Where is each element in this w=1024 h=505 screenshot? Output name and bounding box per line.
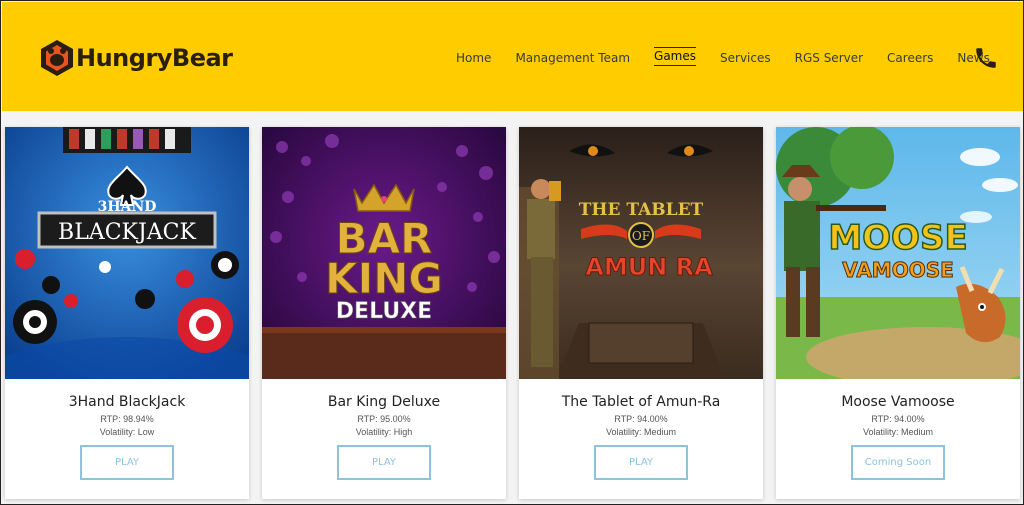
- game-volatility: Volatility: Low: [99, 427, 155, 437]
- nav-careers[interactable]: Careers: [887, 51, 933, 65]
- game-thumbnail[interactable]: 3HAND BLACKJACK: [5, 127, 249, 379]
- play-button[interactable]: PLAY: [80, 445, 174, 480]
- game-thumbnail[interactable]: THE TABLET OF AMUN RA: [519, 127, 763, 379]
- art-text-of: OF: [632, 229, 650, 243]
- nav-home[interactable]: Home: [456, 51, 491, 65]
- games-grid: 3HAND BLACKJACK 3Hand BlackJack RTP: 98.…: [1, 111, 1023, 504]
- nav-games[interactable]: Games: [654, 47, 697, 66]
- nav-careers-label: Careers: [887, 50, 934, 65]
- game-rtp: RTP: 95.00%: [357, 414, 411, 424]
- game-card: THE TABLET OF AMUN RA The Tablet of Amun…: [519, 127, 763, 499]
- browser-frame: HungryBear Home Management Team Games Se…: [0, 0, 1024, 505]
- art-text-blackjack: BLACKJACK: [58, 220, 196, 245]
- nav-rgs-server[interactable]: RGS Server: [795, 51, 863, 65]
- game-rtp: RTP: 98.94%: [100, 414, 154, 424]
- art-text-3hand: 3HAND: [98, 199, 157, 215]
- play-button[interactable]: PLAY: [337, 445, 431, 480]
- site-logo[interactable]: HungryBear: [40, 38, 233, 78]
- art-text-moose: MOOSE: [828, 218, 967, 258]
- art-text-amun-ra: AMUN RA: [585, 253, 713, 281]
- game-volatility: Volatility: Medium: [862, 427, 934, 437]
- art-text-the-tablet: THE TABLET: [579, 200, 704, 220]
- game-volatility: Volatility: High: [355, 427, 413, 437]
- play-button[interactable]: PLAY: [594, 445, 688, 480]
- game-thumbnail[interactable]: BAR KING DELUXE: [262, 127, 506, 379]
- game-title: 3Hand BlackJack: [68, 394, 186, 410]
- main-nav: Home Management Team Games Services RGS …: [456, 47, 1014, 66]
- game-thumbnail[interactable]: MOOSE VAMOOSE: [776, 127, 1020, 379]
- game-rtp: RTP: 94.00%: [614, 414, 668, 424]
- game-card: BAR KING DELUXE Bar King Deluxe RTP: 95.…: [262, 127, 506, 499]
- nav-games-label: Games: [654, 47, 697, 66]
- bear-hexagon-icon: [41, 40, 73, 76]
- game-title: Bar King Deluxe: [327, 394, 441, 410]
- game-card: MOOSE VAMOOSE Moose Vamoose RTP: 94.00% …: [776, 127, 1020, 499]
- site-header: HungryBear Home Management Team Games Se…: [2, 2, 1023, 111]
- phone-icon[interactable]: [973, 45, 999, 71]
- game-title: Moose Vamoose: [841, 394, 955, 410]
- game-volatility: Volatility: Medium: [605, 427, 677, 437]
- nav-services-label: Services: [720, 50, 771, 65]
- nav-management-team-label: Management Team: [515, 50, 631, 65]
- brand-name: HungryBear: [76, 44, 233, 72]
- coming-soon-button[interactable]: Coming Soon: [851, 445, 945, 480]
- nav-services[interactable]: Services: [720, 51, 771, 65]
- nav-management-team[interactable]: Management Team: [515, 51, 630, 65]
- game-rtp: RTP: 94.00%: [871, 414, 925, 424]
- game-card: 3HAND BLACKJACK 3Hand BlackJack RTP: 98.…: [5, 127, 249, 499]
- art-text-vamoose: VAMOOSE: [842, 258, 954, 282]
- art-text-deluxe: DELUXE: [336, 299, 432, 324]
- game-title: The Tablet of Amun-Ra: [561, 394, 721, 410]
- nav-rgs-server-label: RGS Server: [794, 50, 864, 65]
- art-text-king: KING: [325, 254, 443, 303]
- nav-home-label: Home: [456, 50, 492, 65]
